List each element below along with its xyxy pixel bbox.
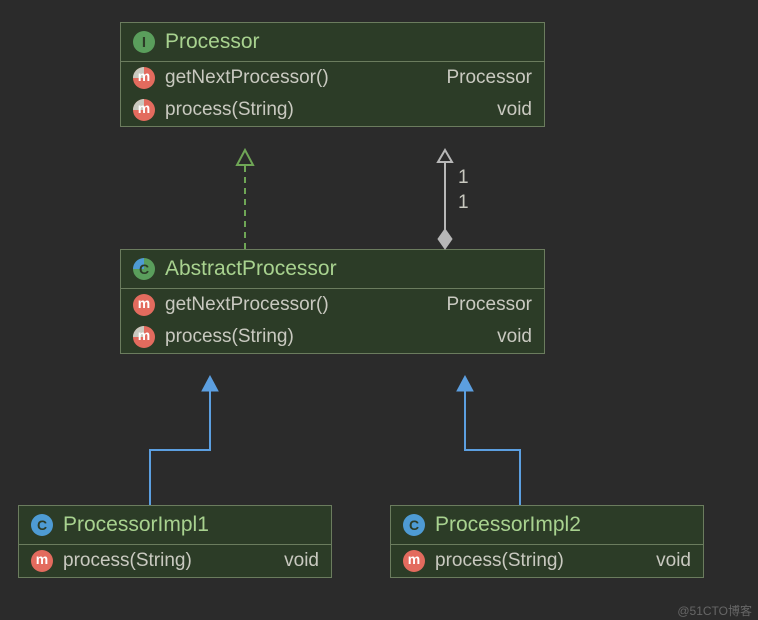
method-name: process(String)	[165, 99, 497, 121]
method-return: Processor	[446, 67, 532, 89]
method-name: getNextProcessor()	[165, 67, 446, 89]
watermark: @51CTO博客	[677, 602, 752, 619]
method-row: process(String) void	[391, 545, 703, 577]
method-name: process(String)	[63, 550, 284, 572]
class-name: ProcessorImpl2	[435, 513, 581, 537]
method-row: process(String) void	[121, 94, 544, 126]
method-row: getNextProcessor() Processor	[121, 289, 544, 321]
method-row: process(String) void	[121, 321, 544, 353]
aggregation-multiplicity-top: 1	[458, 167, 469, 189]
class-icon	[31, 514, 53, 536]
class-abstract-processor[interactable]: AbstractProcessor getNextProcessor() Pro…	[120, 249, 545, 354]
generalization-impl1-to-abstract	[150, 376, 218, 505]
class-name: Processor	[165, 30, 260, 54]
method-return: void	[656, 550, 691, 572]
method-icon	[403, 550, 425, 572]
method-name: process(String)	[165, 326, 497, 348]
class-header: ProcessorImpl1	[19, 506, 331, 545]
generalization-impl2-to-abstract	[457, 376, 520, 505]
realization-abstract-to-processor	[237, 150, 253, 249]
interface-icon	[133, 31, 155, 53]
method-name: getNextProcessor()	[165, 294, 446, 316]
class-header: AbstractProcessor	[121, 250, 544, 289]
aggregation-multiplicity-bottom: 1	[458, 192, 469, 214]
class-icon	[403, 514, 425, 536]
method-name: process(String)	[435, 550, 656, 572]
method-return: void	[284, 550, 319, 572]
class-header: ProcessorImpl2	[391, 506, 703, 545]
class-processor-impl2[interactable]: ProcessorImpl2 process(String) void	[390, 505, 704, 578]
method-row: process(String) void	[19, 545, 331, 577]
method-icon	[31, 550, 53, 572]
abstract-class-icon	[133, 258, 155, 280]
method-return: Processor	[446, 294, 532, 316]
class-header: Processor	[121, 23, 544, 62]
method-icon	[133, 326, 155, 348]
method-icon	[133, 294, 155, 316]
aggregation-abstract-to-processor	[438, 150, 452, 249]
method-return: void	[497, 99, 532, 121]
method-icon	[133, 99, 155, 121]
method-return: void	[497, 326, 532, 348]
class-name: AbstractProcessor	[165, 257, 337, 281]
class-processor-impl1[interactable]: ProcessorImpl1 process(String) void	[18, 505, 332, 578]
method-row: getNextProcessor() Processor	[121, 62, 544, 94]
class-processor[interactable]: Processor getNextProcessor() Processor p…	[120, 22, 545, 127]
class-name: ProcessorImpl1	[63, 513, 209, 537]
method-icon	[133, 67, 155, 89]
